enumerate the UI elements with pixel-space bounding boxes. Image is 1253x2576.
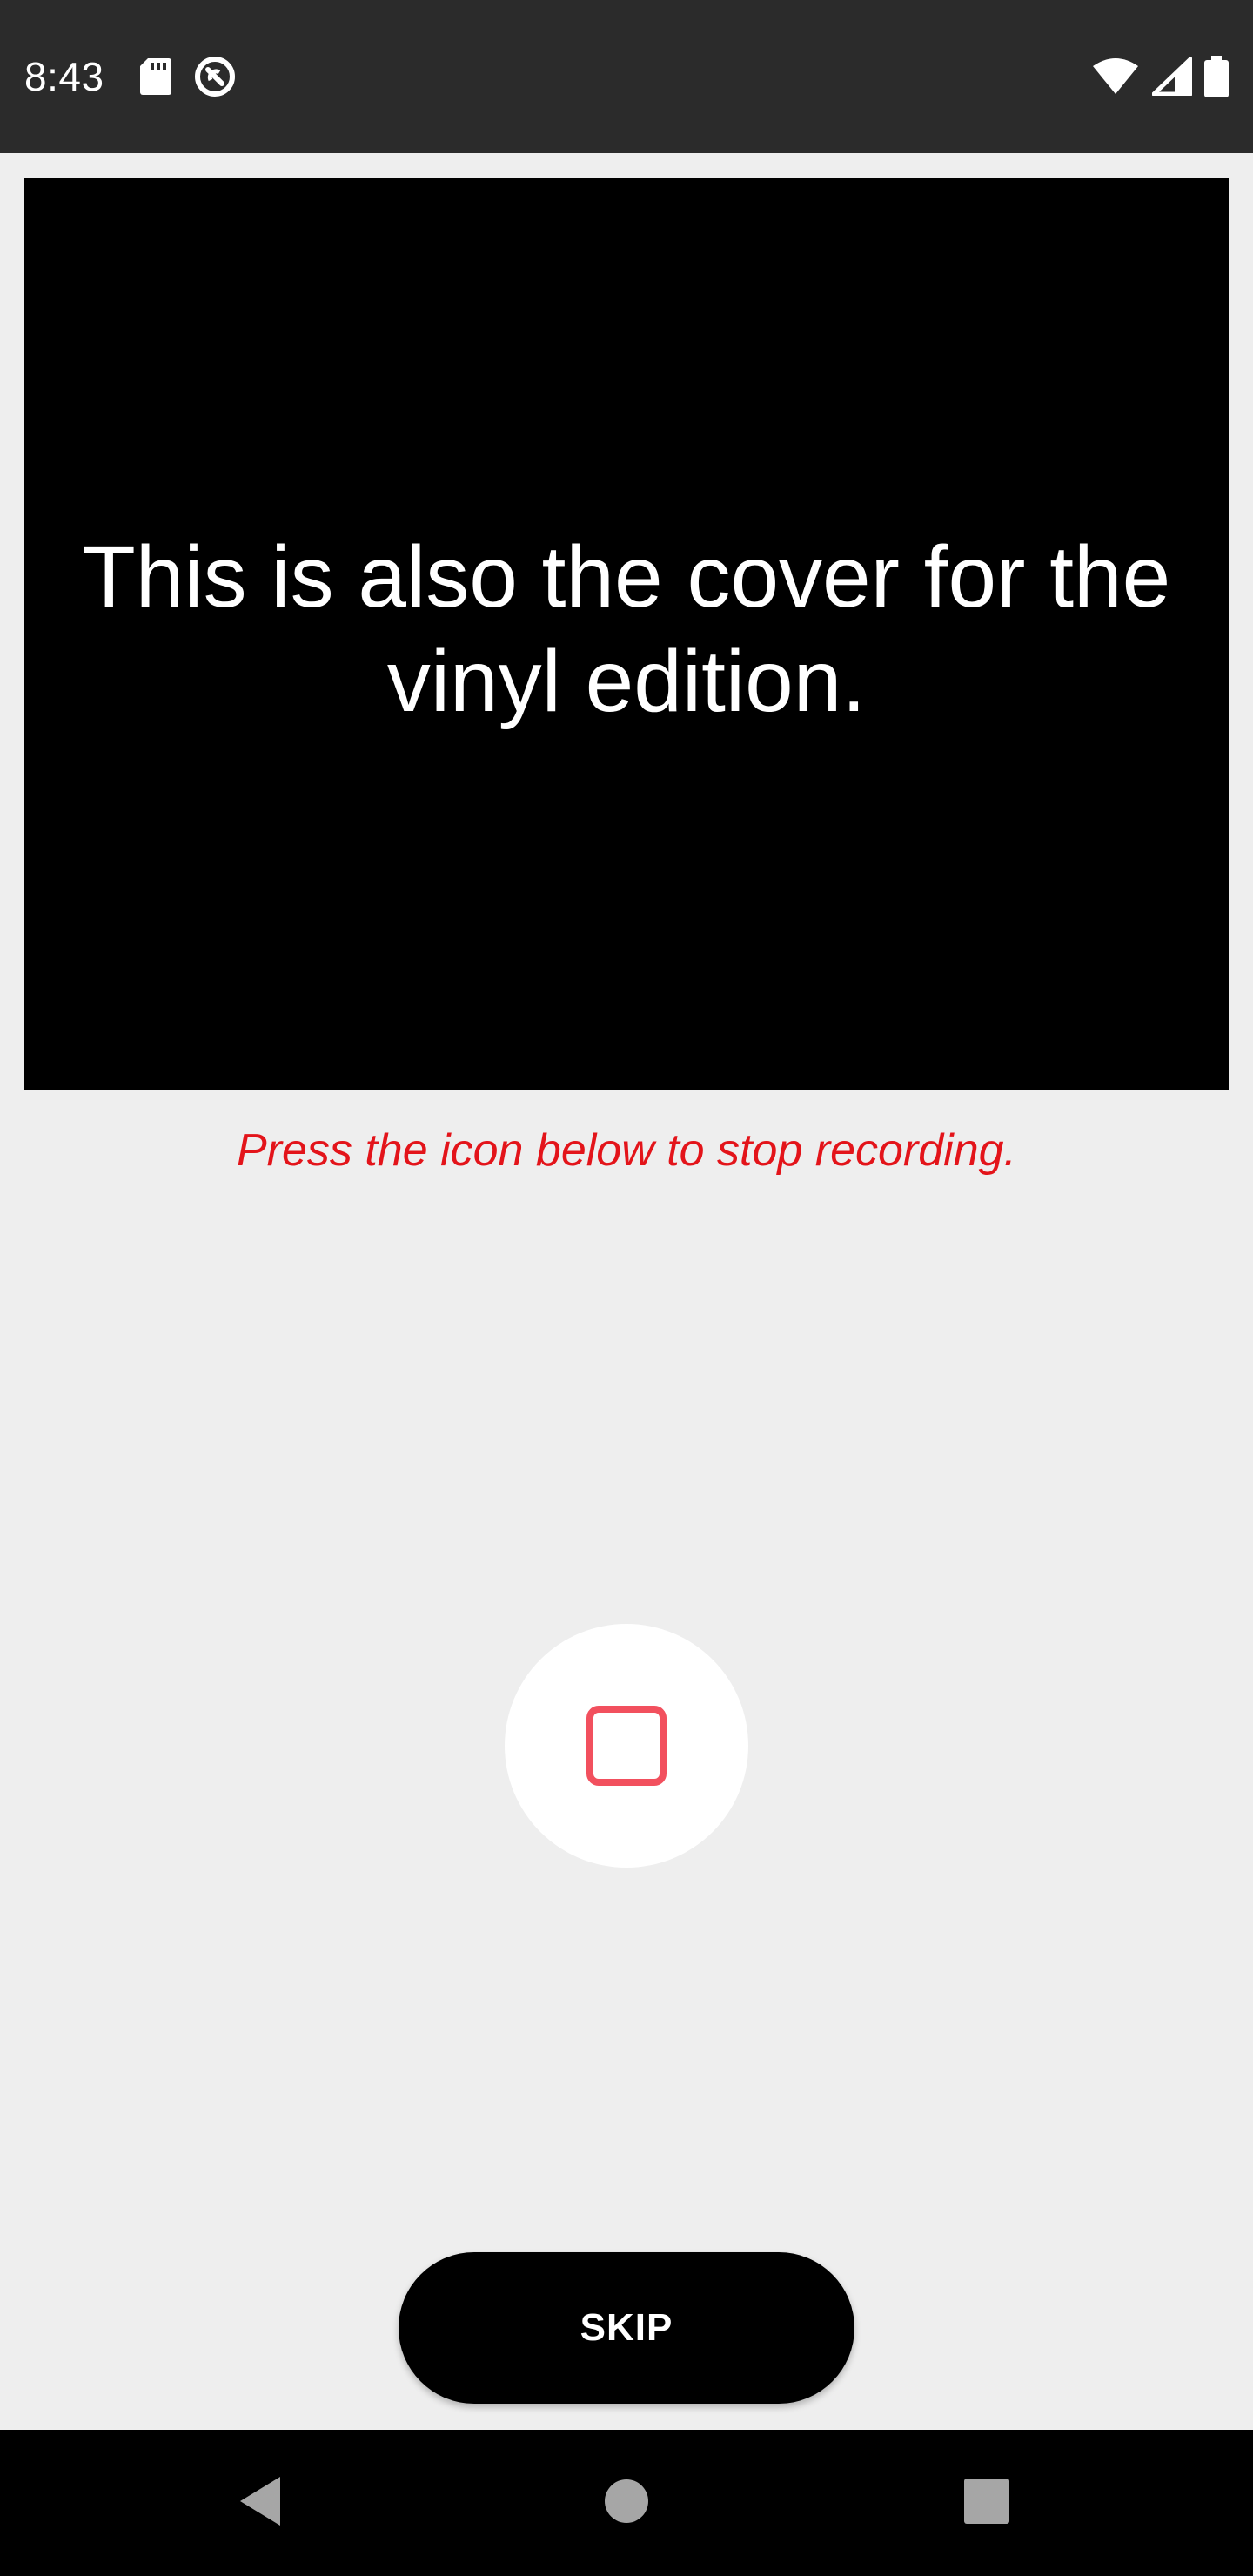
stop-recording-button[interactable] [505, 1624, 748, 1868]
do-not-disturb-icon [193, 55, 237, 98]
stop-icon [586, 1706, 667, 1786]
instruction-text: Press the icon below to stop recording. [236, 1125, 1017, 1176]
cell-signal-icon [1152, 57, 1192, 96]
status-bar: 8:43 [0, 0, 1253, 153]
prompt-text: This is also the cover for the vinyl edi… [82, 528, 1171, 730]
prompt-card: This is also the cover for the vinyl edi… [24, 178, 1229, 1090]
back-button[interactable] [174, 2430, 348, 2576]
status-right-icons [1091, 52, 1229, 101]
recents-button[interactable] [900, 2430, 1074, 2576]
sd-card-icon [139, 57, 172, 97]
wifi-icon [1091, 57, 1140, 96]
status-left-icons [139, 52, 237, 101]
back-icon [235, 2473, 287, 2533]
status-time: 8:43 [24, 54, 104, 99]
skip-button[interactable]: SKIP [399, 2252, 854, 2404]
home-button[interactable] [539, 2430, 714, 2576]
navigation-bar [0, 2430, 1253, 2576]
recents-icon [964, 2478, 1009, 2528]
home-icon [604, 2479, 649, 2528]
battery-icon [1204, 56, 1229, 97]
